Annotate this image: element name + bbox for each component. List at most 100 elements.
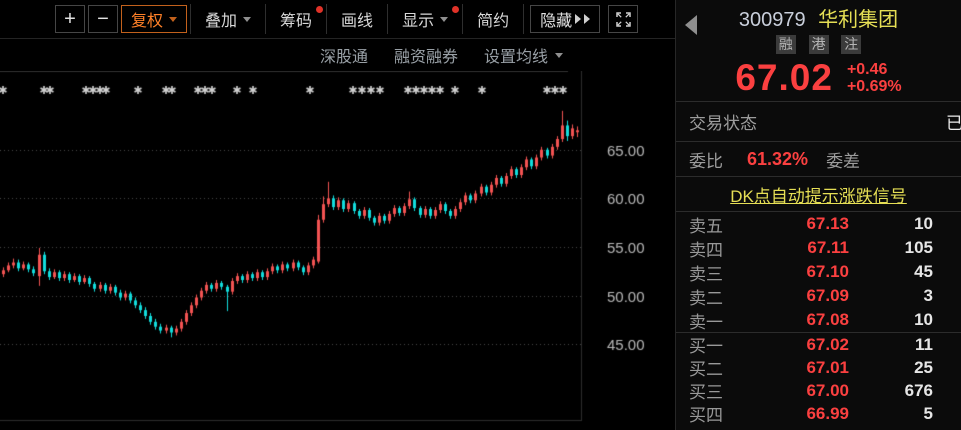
bid-volume: 25 <box>849 358 961 378</box>
adjust-price-label: 复权 <box>131 7 163 31</box>
chart-toolbar: + − 复权 叠加 筹码 画线 显示 简约 <box>0 0 675 39</box>
simple-mode-button[interactable]: 简约 <box>463 4 524 34</box>
bid-price: 67.01 <box>744 358 849 378</box>
stock-name: 华利集团 <box>818 9 898 31</box>
overlay-label: 叠加 <box>205 7 237 31</box>
stock-title: 300979 华利集团 <box>676 0 961 33</box>
weibi-row: 委比 61.32% 委差 <box>676 142 961 176</box>
overlay-button[interactable]: 叠加 <box>190 4 266 34</box>
hk-connect-tag: 港 <box>809 35 829 54</box>
notification-dot-icon <box>452 6 459 13</box>
stock-tags: 融 港 注 <box>676 34 961 54</box>
bid-row-2[interactable]: 买二 67.01 25 <box>676 356 961 379</box>
chips-label: 筹码 <box>280 7 312 31</box>
display-button[interactable]: 显示 <box>388 4 463 34</box>
ask-label: 卖四 <box>689 236 744 261</box>
ask-volume: 45 <box>849 262 961 282</box>
ask-row-5[interactable]: 卖五 67.13 10 <box>676 212 961 236</box>
chart-subbar: 深股通 融资融券 设置均线 <box>0 39 675 71</box>
bid-price: 67.02 <box>744 335 849 355</box>
weicha-label: 委差 <box>826 147 860 172</box>
bid-label: 买三 <box>689 378 744 403</box>
draw-line-button[interactable]: 画线 <box>327 4 388 34</box>
double-arrow-right-icon <box>584 14 590 24</box>
trade-status-label: 交易状态 <box>689 109 757 134</box>
fullscreen-button[interactable] <box>608 5 638 33</box>
bid-label: 买二 <box>689 355 744 380</box>
margin-trading-label: 融资融券 <box>394 43 458 67</box>
ask-book: 卖五 67.13 10 卖四 67.11 105 卖三 67.10 45 卖二 … <box>676 212 961 332</box>
fullscreen-icon <box>616 12 631 27</box>
kline-chart[interactable] <box>0 71 675 429</box>
trade-status-value: 已收盘 <box>946 109 961 134</box>
change-amount: +0.46 <box>847 61 887 78</box>
double-arrow-right-icon <box>575 14 581 24</box>
collapse-panel-chevron-left-icon[interactable] <box>685 15 697 35</box>
app-window: + − 复权 叠加 筹码 画线 显示 简约 <box>0 0 961 430</box>
margin-trading-toggle[interactable]: 融资融券 <box>394 43 458 67</box>
margin-tag: 融 <box>776 35 796 54</box>
bid-book: 买一 67.02 11 买二 67.01 25 买三 67.00 676 买四 … <box>676 333 961 430</box>
quote-panel: 300979 华利集团 融 港 注 67.02 +0.46 +0.69% 交易状… <box>675 0 961 430</box>
ask-volume: 3 <box>849 286 961 306</box>
sz-connect-label: 深股通 <box>320 43 368 67</box>
hide-button[interactable]: 隐藏 <box>530 5 600 33</box>
dk-signal-row: DK点自动提示涨跌信号 <box>676 177 961 211</box>
ask-label: 卖五 <box>689 212 744 237</box>
weibi-label: 委比 <box>689 147 723 172</box>
bid-volume: 6 <box>849 427 961 430</box>
draw-line-label: 画线 <box>341 7 373 31</box>
ask-price: 67.13 <box>744 214 849 234</box>
bid-volume: 11 <box>849 335 961 355</box>
price-change: +0.46 +0.69% <box>847 61 902 95</box>
bid-row-1[interactable]: 买一 67.02 11 <box>676 333 961 356</box>
zoom-out-button[interactable]: − <box>88 5 118 33</box>
ask-price: 67.11 <box>744 238 849 258</box>
adjust-price-button[interactable]: 复权 <box>121 5 187 33</box>
bid-label: 买五 <box>689 424 744 430</box>
chart-pane: + − 复权 叠加 筹码 画线 显示 简约 <box>0 0 675 430</box>
ask-price: 67.08 <box>744 310 849 330</box>
ask-volume: 105 <box>849 238 961 258</box>
bid-row-4[interactable]: 买四 66.99 5 <box>676 402 961 425</box>
ask-row-4[interactable]: 卖四 67.11 105 <box>676 236 961 260</box>
weibi-value: 61.32% <box>747 149 808 170</box>
bid-price: 66.98 <box>744 427 849 430</box>
ask-label: 卖三 <box>689 260 744 285</box>
bid-row-3[interactable]: 买三 67.00 676 <box>676 379 961 402</box>
ask-price: 67.09 <box>744 286 849 306</box>
change-percent: +0.69% <box>847 78 902 95</box>
zoom-in-button[interactable]: + <box>55 5 85 33</box>
hide-label: 隐藏 <box>540 7 572 31</box>
bid-row-5[interactable]: 买五 66.98 6 <box>676 425 961 430</box>
notification-dot-icon <box>316 6 323 13</box>
sz-connect-toggle[interactable]: 深股通 <box>320 43 368 67</box>
price-block: 67.02 +0.46 +0.69% <box>676 54 961 101</box>
last-price: 67.02 <box>735 57 833 99</box>
ma-setting-label: 设置均线 <box>484 43 548 67</box>
kline-plot-area <box>0 71 675 429</box>
ask-volume: 10 <box>849 214 961 234</box>
chips-button[interactable]: 筹码 <box>266 4 327 34</box>
registered-tag: 注 <box>841 35 861 54</box>
stock-code: 300979 <box>739 9 806 31</box>
ask-row-2[interactable]: 卖二 67.09 3 <box>676 284 961 308</box>
ask-label: 卖二 <box>689 284 744 309</box>
bid-price: 67.00 <box>744 381 849 401</box>
bid-volume: 676 <box>849 381 961 401</box>
chevron-down-icon <box>555 53 563 58</box>
chevron-down-icon <box>243 17 251 22</box>
dk-signal-link[interactable]: DK点自动提示涨跌信号 <box>730 182 907 207</box>
ask-volume: 10 <box>849 310 961 330</box>
ask-price: 67.10 <box>744 262 849 282</box>
chevron-down-icon <box>169 17 177 22</box>
bid-label: 买一 <box>689 332 744 357</box>
bid-label: 买四 <box>689 401 744 426</box>
ask-row-3[interactable]: 卖三 67.10 45 <box>676 260 961 284</box>
simple-mode-label: 简约 <box>477 7 509 31</box>
bid-price: 66.99 <box>744 404 849 424</box>
ask-row-1[interactable]: 卖一 67.08 10 <box>676 308 961 332</box>
trade-status-row: 交易状态 已收盘 <box>676 102 961 141</box>
ask-label: 卖一 <box>689 308 744 333</box>
ma-setting-button[interactable]: 设置均线 <box>484 43 563 67</box>
